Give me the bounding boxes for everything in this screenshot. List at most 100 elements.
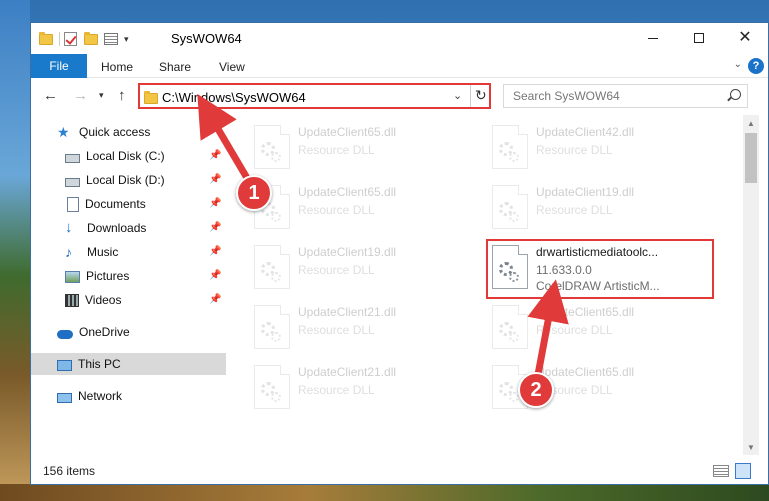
dll-file-icon <box>254 305 290 349</box>
search-icon[interactable] <box>730 89 741 100</box>
step-1-badge: 1 <box>236 175 272 211</box>
dll-file-icon <box>492 125 528 169</box>
scroll-up-arrow-icon[interactable]: ▲ <box>743 115 759 131</box>
minimize-button[interactable] <box>630 23 676 53</box>
up-arrow-icon[interactable]: ↑ <box>118 88 126 103</box>
file-item[interactable]: UpdateClient65.dll Resource DLL <box>250 121 480 177</box>
expand-ribbon-chevron-icon[interactable]: ⌄ <box>734 59 742 70</box>
address-history-chevron-icon[interactable]: ⌄ <box>453 89 462 102</box>
computer-icon <box>57 359 72 371</box>
sidebar-item-videos[interactable]: Videos 📌 <box>31 289 226 311</box>
file-name: UpdateClient65.dll <box>536 365 635 379</box>
sidebar-item-network[interactable]: Network <box>31 385 226 407</box>
file-description: Resource DLL <box>298 203 375 217</box>
minimize-icon <box>648 37 658 39</box>
file-description: Resource DLL <box>536 323 613 337</box>
toolbar-divider <box>59 32 60 46</box>
new-folder-icon[interactable] <box>84 31 100 47</box>
file-description: Resource DLL <box>536 143 613 157</box>
sidebar-item-label: Local Disk (D:) <box>86 173 165 187</box>
status-bar: 156 items <box>31 459 768 484</box>
file-explorer-window: ▾ SysWOW64 ✕ File Home Share View ⌄ ? ← … <box>30 22 769 485</box>
large-icons-view-icon[interactable] <box>735 463 751 479</box>
file-list: UpdateClient65.dll Resource DLL UpdateCl… <box>228 115 741 455</box>
file-item[interactable]: UpdateClient19.dll Resource DLL <box>488 181 718 237</box>
file-item[interactable]: UpdateClient42.dll Resource DLL <box>488 121 718 177</box>
maximize-button[interactable] <box>676 23 722 53</box>
pin-icon[interactable]: 📌 <box>209 198 221 209</box>
file-item[interactable]: UpdateClient65.dll Resource DLL <box>488 301 718 357</box>
back-arrow-icon[interactable]: ← <box>43 88 58 103</box>
quick-access-toolbar: ▾ <box>39 30 129 48</box>
desktop-background-bottom <box>0 484 769 501</box>
pin-icon[interactable]: 📌 <box>209 246 221 257</box>
hard-drive-icon <box>65 153 80 163</box>
pin-icon[interactable]: 📌 <box>209 270 221 281</box>
sidebar-item-label: Network <box>78 389 123 403</box>
sidebar-item-downloads[interactable]: ↓ Downloads 📌 <box>31 217 226 239</box>
sidebar-item-local-disk-c[interactable]: Local Disk (C:) 📌 <box>31 145 226 167</box>
close-icon: ✕ <box>738 29 752 46</box>
scroll-down-arrow-icon[interactable]: ▼ <box>743 439 759 455</box>
film-icon <box>65 294 79 307</box>
file-item[interactable]: UpdateClient21.dll Resource DLL <box>250 361 480 417</box>
file-description: Resource DLL <box>298 263 375 277</box>
document-icon <box>67 196 79 212</box>
maximize-icon <box>694 33 704 43</box>
sidebar-item-documents[interactable]: Documents 📌 <box>31 193 226 215</box>
address-bar[interactable]: C:\Windows\SysWOW64 ⌄ ↻ <box>138 83 491 109</box>
file-item[interactable]: UpdateClient21.dll Resource DLL <box>250 301 480 357</box>
refresh-icon[interactable]: ↻ <box>475 87 487 104</box>
window-controls: ✕ <box>630 23 768 53</box>
file-name: UpdateClient65.dll <box>298 125 397 139</box>
help-icon[interactable]: ? <box>748 58 764 74</box>
tab-share[interactable]: Share <box>159 60 191 74</box>
recent-locations-chevron-icon[interactable]: ▾ <box>99 91 104 100</box>
sidebar-item-label: This PC <box>78 357 121 371</box>
customize-toolbar-chevron-icon[interactable]: ▾ <box>124 34 129 45</box>
picture-icon <box>65 271 80 283</box>
search-box[interactable] <box>503 84 748 108</box>
pin-icon[interactable]: 📌 <box>209 294 221 305</box>
sidebar-item-label: Documents <box>85 197 146 211</box>
dll-file-icon <box>492 185 528 229</box>
download-arrow-icon: ↓ <box>65 219 73 236</box>
file-name: UpdateClient21.dll <box>298 305 397 319</box>
sidebar-item-onedrive[interactable]: OneDrive <box>31 321 226 343</box>
file-name: UpdateClient65.dll <box>298 185 397 199</box>
desktop-background-left <box>0 0 30 501</box>
hard-drive-icon <box>65 177 80 187</box>
sidebar-item-this-pc[interactable]: This PC <box>31 353 226 375</box>
pin-icon[interactable]: 📌 <box>209 222 221 233</box>
details-view-icon[interactable] <box>713 465 729 477</box>
sidebar-item-label: Local Disk (C:) <box>86 149 165 163</box>
scrollbar-thumb[interactable] <box>745 133 757 183</box>
tab-file[interactable]: File <box>31 54 87 78</box>
pin-icon[interactable]: 📌 <box>209 174 221 185</box>
navigation-bar: ← → ▾ ↑ C:\Windows\SysWOW64 ⌄ ↻ <box>31 79 768 113</box>
sidebar-item-quick-access[interactable]: ★ Quick access <box>31 121 226 143</box>
address-path[interactable]: C:\Windows\SysWOW64 <box>162 90 306 105</box>
file-name: UpdateClient42.dll <box>536 125 635 139</box>
file-description: Resource DLL <box>536 203 613 217</box>
close-button[interactable]: ✕ <box>722 23 768 53</box>
dll-file-icon <box>254 245 290 289</box>
properties-check-icon[interactable] <box>64 31 80 47</box>
tab-view[interactable]: View <box>219 60 245 74</box>
vertical-scrollbar[interactable]: ▲ ▼ <box>743 115 759 455</box>
address-folder-icon <box>144 90 158 104</box>
forward-arrow-icon[interactable]: → <box>73 88 88 103</box>
search-input[interactable] <box>504 85 719 107</box>
pin-icon[interactable]: 📌 <box>209 150 221 161</box>
file-item[interactable]: UpdateClient65.dll Resource DLL <box>250 181 480 237</box>
sidebar-item-local-disk-d[interactable]: Local Disk (D:) 📌 <box>31 169 226 191</box>
sidebar-item-pictures[interactable]: Pictures 📌 <box>31 265 226 287</box>
file-name: UpdateClient19.dll <box>536 185 635 199</box>
tab-home[interactable]: Home <box>101 60 133 74</box>
sidebar-item-music[interactable]: ♪ Music 📌 <box>31 241 226 263</box>
address-divider <box>470 85 471 107</box>
properties-icon[interactable] <box>104 31 120 47</box>
file-item[interactable]: UpdateClient19.dll Resource DLL <box>250 241 480 297</box>
window-title: SysWOW64 <box>171 31 242 46</box>
step-2-badge: 2 <box>518 372 554 408</box>
